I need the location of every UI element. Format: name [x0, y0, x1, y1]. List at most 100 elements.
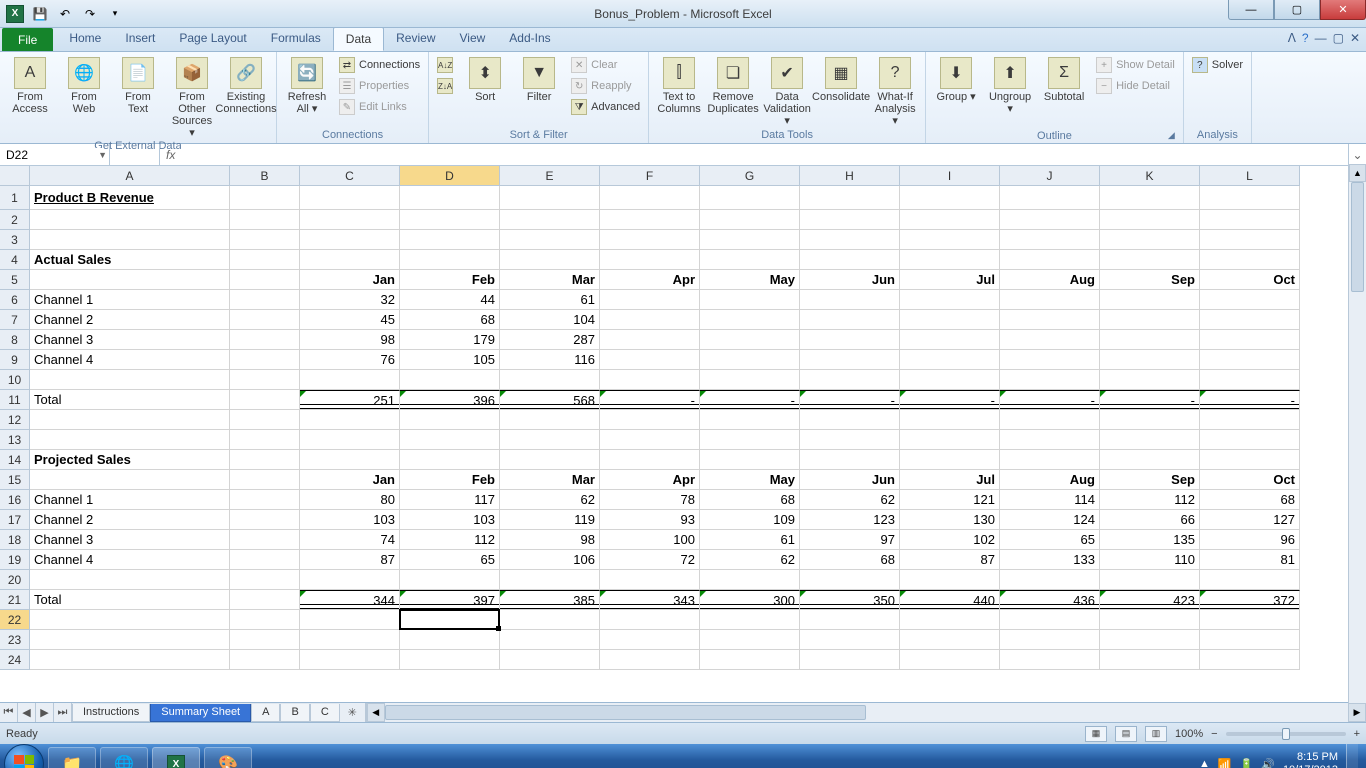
cell[interactable]: [1000, 450, 1100, 470]
remove-duplicates-button[interactable]: ❏Remove Duplicates: [709, 55, 757, 115]
cell[interactable]: [230, 230, 300, 250]
cell[interactable]: 116: [500, 350, 600, 370]
cell[interactable]: Channel 1: [30, 290, 230, 310]
cell[interactable]: 61: [500, 290, 600, 310]
cell[interactable]: [800, 430, 900, 450]
page-break-view-button[interactable]: ▥: [1145, 726, 1167, 742]
cell[interactable]: [800, 350, 900, 370]
cell[interactable]: Total: [30, 590, 230, 610]
cell[interactable]: 123: [800, 510, 900, 530]
cell[interactable]: 44: [400, 290, 500, 310]
cell[interactable]: [1200, 450, 1300, 470]
cell[interactable]: [900, 310, 1000, 330]
cell[interactable]: Channel 2: [30, 310, 230, 330]
taskbar-excel[interactable]: X: [152, 747, 200, 768]
cell[interactable]: 300: [700, 590, 800, 610]
cell[interactable]: [30, 630, 230, 650]
cell[interactable]: Apr: [600, 470, 700, 490]
tray-volume-icon[interactable]: 🔊: [1261, 758, 1275, 768]
group-button[interactable]: ⬇Group ▾: [932, 55, 980, 103]
file-tab[interactable]: File: [2, 28, 53, 51]
cell[interactable]: [800, 250, 900, 270]
sort-za-button[interactable]: Z↓A: [435, 76, 455, 96]
cell[interactable]: [1200, 410, 1300, 430]
cell[interactable]: [1200, 310, 1300, 330]
formula-input[interactable]: [181, 148, 1348, 162]
cell[interactable]: [1000, 610, 1100, 630]
hscroll-thumb[interactable]: [385, 705, 867, 720]
cell[interactable]: [800, 290, 900, 310]
row-header-18[interactable]: 18: [0, 530, 30, 550]
cell[interactable]: [900, 430, 1000, 450]
cell[interactable]: [230, 610, 300, 630]
cell[interactable]: 343: [600, 590, 700, 610]
cell[interactable]: -: [1000, 390, 1100, 410]
cell[interactable]: [900, 570, 1000, 590]
from-web-button[interactable]: 🌐From Web: [60, 55, 108, 115]
column-header-C[interactable]: C: [300, 166, 400, 186]
cell[interactable]: 66: [1100, 510, 1200, 530]
row-header-12[interactable]: 12: [0, 410, 30, 430]
sort-az-button[interactable]: A↓Z: [435, 55, 455, 75]
cell[interactable]: [900, 290, 1000, 310]
cell[interactable]: [900, 370, 1000, 390]
cell[interactable]: [700, 210, 800, 230]
cell[interactable]: [230, 370, 300, 390]
cell[interactable]: 112: [1100, 490, 1200, 510]
cell[interactable]: 96: [1200, 530, 1300, 550]
outline-dialog-launcher[interactable]: ◢: [932, 130, 1177, 141]
cell[interactable]: [30, 410, 230, 430]
cell[interactable]: [1200, 630, 1300, 650]
cell[interactable]: Feb: [400, 270, 500, 290]
cell[interactable]: [30, 370, 230, 390]
cell[interactable]: [500, 430, 600, 450]
cell[interactable]: [1200, 350, 1300, 370]
cell[interactable]: 344: [300, 590, 400, 610]
cell[interactable]: [1000, 230, 1100, 250]
cell[interactable]: [400, 610, 500, 630]
zoom-slider[interactable]: [1226, 732, 1346, 736]
cell[interactable]: [1100, 210, 1200, 230]
cell[interactable]: [600, 430, 700, 450]
cell[interactable]: [700, 186, 800, 210]
cell[interactable]: 106: [500, 550, 600, 570]
fx-icon[interactable]: fx: [160, 148, 181, 162]
minimize-button[interactable]: —: [1228, 0, 1274, 20]
cell[interactable]: Total: [30, 390, 230, 410]
cell[interactable]: [300, 370, 400, 390]
cell[interactable]: Channel 2: [30, 510, 230, 530]
cell[interactable]: [400, 370, 500, 390]
expand-formula-bar-icon[interactable]: ⌄: [1348, 144, 1366, 165]
spreadsheet-grid[interactable]: ABCDEFGHIJKL 1Product B Revenue234Actual…: [0, 166, 1366, 702]
cell[interactable]: [800, 330, 900, 350]
cell[interactable]: [400, 450, 500, 470]
cell[interactable]: [230, 470, 300, 490]
cell[interactable]: [800, 610, 900, 630]
cell[interactable]: [1100, 610, 1200, 630]
cell[interactable]: [1200, 370, 1300, 390]
cell[interactable]: 97: [800, 530, 900, 550]
sheet-tab-summary-sheet[interactable]: Summary Sheet: [150, 704, 251, 722]
what-if-button[interactable]: ?What-If Analysis ▾: [871, 55, 919, 127]
cell[interactable]: Channel 4: [30, 350, 230, 370]
new-sheet-button[interactable]: ✳: [340, 703, 366, 722]
cell[interactable]: [600, 310, 700, 330]
cell[interactable]: 119: [500, 510, 600, 530]
cell[interactable]: [230, 350, 300, 370]
cell[interactable]: [230, 590, 300, 610]
cell[interactable]: [900, 630, 1000, 650]
cell[interactable]: [500, 186, 600, 210]
cell[interactable]: [600, 410, 700, 430]
cell[interactable]: [600, 250, 700, 270]
name-box-input[interactable]: [6, 148, 103, 162]
cell[interactable]: [1100, 650, 1200, 670]
cell[interactable]: Product B Revenue: [30, 186, 230, 210]
cell[interactable]: 440: [900, 590, 1000, 610]
prev-sheet-button[interactable]: ◀: [18, 703, 36, 722]
cell[interactable]: 74: [300, 530, 400, 550]
cell[interactable]: [230, 530, 300, 550]
scroll-right-icon[interactable]: ▶: [1348, 703, 1366, 722]
cell[interactable]: 251: [300, 390, 400, 410]
tab-home[interactable]: Home: [57, 27, 113, 51]
cell[interactable]: 62: [800, 490, 900, 510]
